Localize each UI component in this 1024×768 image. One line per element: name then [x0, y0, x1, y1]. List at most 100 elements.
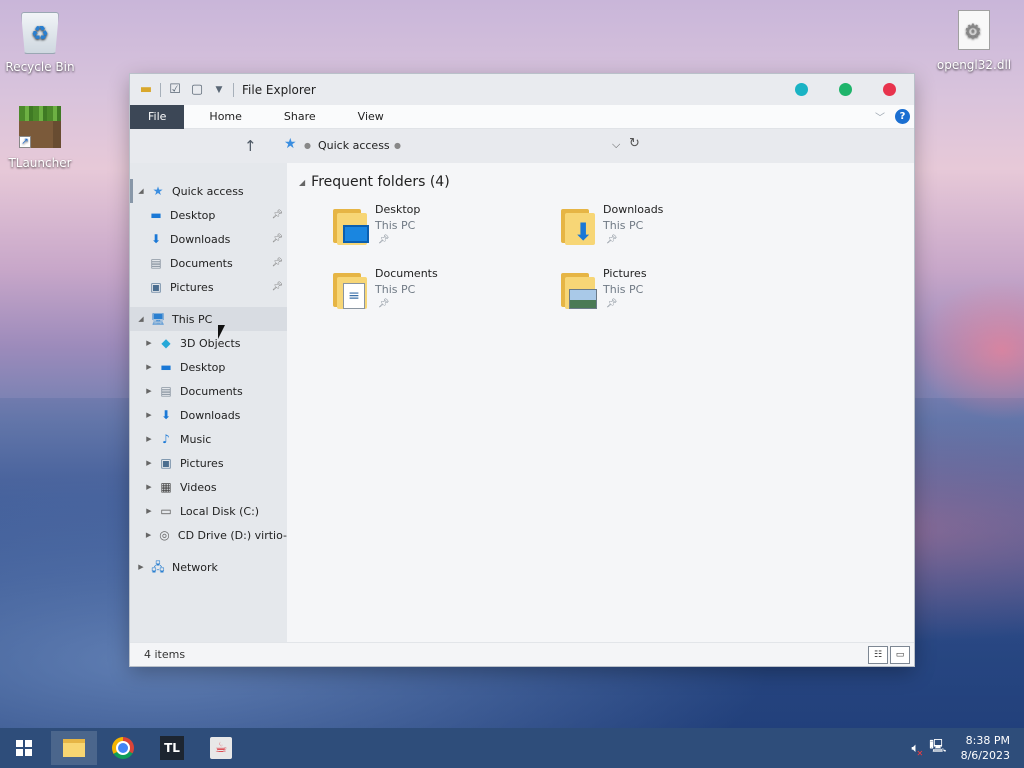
collapse-arrow-icon[interactable]: ◢: [136, 315, 146, 323]
new-folder-icon[interactable]: ▢: [189, 82, 205, 98]
taskbar-chromium[interactable]: [100, 731, 146, 765]
minimize-button[interactable]: [795, 83, 808, 96]
folder-name: Downloads: [603, 203, 664, 216]
tab-view[interactable]: View: [345, 105, 397, 129]
nav-pc-music[interactable]: ▶ ♪ Music: [130, 427, 287, 451]
network-icon: 🖧︎: [151, 560, 165, 574]
folder-tile-pictures[interactable]: Pictures This PC 📌︎: [559, 267, 779, 323]
folder-tile-downloads[interactable]: ⬇ Downloads This PC 📌︎: [559, 203, 779, 259]
star-icon: ★: [152, 184, 164, 198]
nav-label: Downloads: [180, 408, 241, 422]
ribbon-tabs: File Home Share View ﹀ ?: [130, 104, 914, 129]
pin-icon: 📌︎: [606, 299, 618, 309]
desktop-icon-tlauncher[interactable]: ↗ TLauncher: [0, 104, 80, 170]
documents-folder-icon: ≡: [331, 269, 369, 309]
expand-arrow-icon[interactable]: ▶: [144, 507, 154, 515]
browser-icon: [112, 737, 134, 759]
expand-arrow-icon[interactable]: ▶: [144, 363, 154, 371]
nav-qa-pictures[interactable]: ▣ Pictures 📌︎: [130, 275, 287, 299]
pin-icon: 📌︎: [271, 234, 283, 244]
download-icon: ⬇: [160, 408, 172, 422]
expand-arrow-icon[interactable]: ▶: [144, 483, 154, 491]
expand-arrow-icon[interactable]: ▶: [144, 531, 153, 539]
folder-icon: ▬: [139, 81, 153, 97]
nav-pc-videos[interactable]: ▶ ▦ Videos: [130, 475, 287, 499]
nav-qa-downloads[interactable]: ⬇ Downloads 📌︎: [130, 227, 287, 251]
desktop-icon: ▬: [160, 360, 172, 374]
music-note-icon: ♪: [162, 432, 170, 446]
folder-location: This PC: [603, 219, 644, 232]
nav-network[interactable]: ▶ 🖧︎ Network: [130, 555, 287, 579]
title-bar[interactable]: ▬ ☑ ▢ ▼ File Explorer: [130, 74, 914, 105]
folder-location: This PC: [375, 219, 416, 232]
large-icons-view-icon[interactable]: ▭: [890, 646, 910, 664]
nav-this-pc[interactable]: ◢ 🖥︎ This PC: [130, 307, 287, 331]
expand-ribbon-icon[interactable]: ﹀: [875, 109, 885, 124]
nav-label: Downloads: [170, 232, 231, 246]
nav-pc-local-disk[interactable]: ▶ ▭ Local Disk (C:): [130, 499, 287, 523]
nav-quick-access[interactable]: ◢ ★ Quick access: [130, 179, 287, 203]
nav-qa-documents[interactable]: ▤ Documents 📌︎: [130, 251, 287, 275]
folder-name: Pictures: [603, 267, 647, 280]
nav-qa-desktop[interactable]: ▬ Desktop 📌︎: [130, 203, 287, 227]
nav-label: Pictures: [170, 280, 214, 294]
taskbar-java[interactable]: ☕︎: [198, 731, 244, 765]
nav-pc-cd-drive[interactable]: ▶ ◎ CD Drive (D:) virtio-: [130, 523, 287, 547]
expand-arrow-icon[interactable]: ▶: [144, 339, 154, 347]
folder-location: This PC: [603, 283, 644, 296]
nav-pc-downloads[interactable]: ▶ ⬇ Downloads: [130, 403, 287, 427]
nav-label: CD Drive (D:) virtio-: [177, 528, 287, 542]
shortcut-arrow-icon: ↗: [19, 136, 31, 148]
taskbar-tlauncher[interactable]: TL: [149, 731, 195, 765]
mouse-cursor: [218, 325, 225, 339]
maximize-button[interactable]: [839, 83, 852, 96]
expand-arrow-icon[interactable]: ▶: [144, 411, 154, 419]
expand-arrow-icon[interactable]: ▶: [136, 563, 146, 571]
expand-arrow-icon[interactable]: ▶: [144, 459, 154, 467]
expand-arrow-icon[interactable]: ▶: [144, 387, 154, 395]
window-title: File Explorer: [242, 82, 316, 97]
breadcrumb-separator-icon[interactable]: ●: [394, 141, 401, 150]
start-button[interactable]: [0, 731, 48, 765]
java-icon: ☕︎: [210, 737, 232, 759]
collapse-arrow-icon[interactable]: ◢: [136, 187, 146, 195]
taskbar: TL ☕︎ 🔈︎ ✕ 🖳︎ 8:38 PM 8/6/2023: [0, 728, 1024, 768]
desktop-folder-icon: [331, 205, 369, 245]
clock[interactable]: 8:38 PM 8/6/2023: [961, 733, 1024, 763]
tab-home[interactable]: Home: [196, 105, 254, 129]
nav-pc-desktop[interactable]: ▶ ▬ Desktop: [130, 355, 287, 379]
desktop-icon-label: Recycle Bin: [5, 60, 75, 74]
folder-tile-documents[interactable]: ≡ Documents This PC 📌︎: [331, 267, 551, 323]
customize-quick-access-icon[interactable]: ▼: [211, 82, 227, 98]
volume-muted-icon[interactable]: 🔈︎ ✕: [911, 741, 923, 758]
expand-arrow-icon[interactable]: ▶: [144, 435, 154, 443]
navigation-pane[interactable]: ◢ ★ Quick access ▬ Desktop 📌︎ ⬇ Download…: [130, 163, 287, 642]
details-view-icon[interactable]: ☷: [868, 646, 888, 664]
refresh-icon[interactable]: ↻: [629, 136, 640, 151]
collapse-arrow-icon[interactable]: ◢: [299, 178, 305, 187]
breadcrumb-quick-access[interactable]: Quick access: [318, 139, 390, 152]
content-area: ◢ ★ Quick access ▬ Desktop 📌︎ ⬇ Download…: [130, 163, 914, 642]
nav-label: Documents: [170, 256, 233, 270]
windows-logo-icon: [16, 740, 32, 756]
frequent-folders-header[interactable]: ◢ Frequent folders (4): [299, 174, 450, 190]
up-arrow-icon[interactable]: ↑: [244, 137, 257, 155]
folder-tile-desktop[interactable]: Desktop This PC 📌︎: [331, 203, 551, 259]
tab-file[interactable]: File: [130, 104, 185, 129]
tab-share[interactable]: Share: [271, 105, 329, 129]
network-icon[interactable]: 🖳︎: [929, 737, 946, 759]
desktop-icon-label: TLauncher: [8, 156, 72, 170]
desktop-icon-opengl[interactable]: opengl32.dll: [934, 10, 1014, 72]
address-history-chevron-icon[interactable]: ⌵: [612, 138, 620, 152]
film-icon: ▦: [160, 480, 172, 494]
nav-pc-pictures[interactable]: ▶ ▣ Pictures: [130, 451, 287, 475]
nav-pc-documents[interactable]: ▶ ▤ Documents: [130, 379, 287, 403]
breadcrumb-separator-icon[interactable]: ●: [304, 141, 311, 150]
properties-icon[interactable]: ☑: [167, 82, 183, 98]
desktop-icon-recycle-bin[interactable]: Recycle Bin: [0, 8, 80, 74]
help-icon[interactable]: ?: [895, 109, 910, 124]
nav-pc-3d-objects[interactable]: ▶ ◆ 3D Objects: [130, 331, 287, 355]
taskbar-file-explorer[interactable]: [51, 731, 97, 765]
close-button[interactable]: [883, 83, 896, 96]
